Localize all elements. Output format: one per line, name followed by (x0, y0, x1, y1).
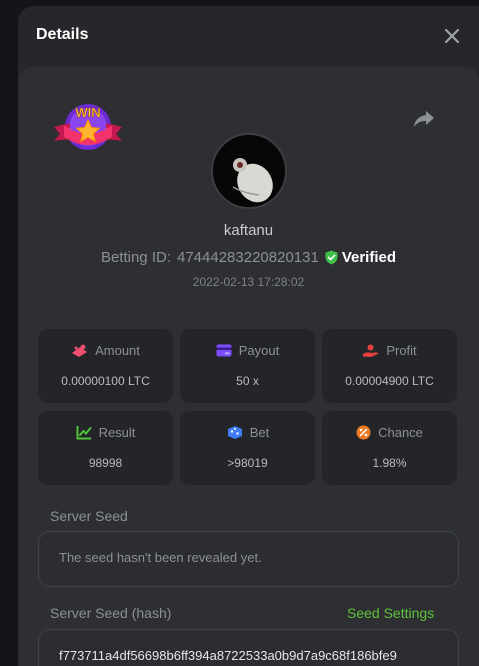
server-seed-hash-value: f773711a4df56698b6ff394a8722533a0b9d7a9c… (59, 648, 397, 663)
payout-card-icon (216, 344, 232, 357)
win-badge-text: WIN (75, 105, 100, 120)
bet-details-card: WIN kaftanu Betting ID: 4744428322082013… (18, 67, 479, 666)
avatar (211, 133, 287, 209)
bet-dice-icon (227, 426, 242, 439)
stat-payout: Payout 50 x (180, 329, 315, 403)
close-button[interactable] (442, 26, 462, 46)
stat-amount-value: 0.00000100 LTC (61, 374, 150, 388)
stat-bet-label: Bet (249, 425, 270, 440)
stat-payout-label: Payout (238, 343, 280, 358)
stat-payout-value: 50 x (236, 374, 259, 388)
stat-result: Result 98998 (38, 411, 173, 485)
stat-chance-label: Chance (378, 425, 423, 440)
stat-profit-label: Profit (386, 343, 417, 358)
server-seed-hash-label: Server Seed (hash) (50, 605, 172, 621)
modal-title: Details (36, 26, 89, 43)
stat-amount: Amount 0.00000100 LTC (38, 329, 173, 403)
username: kaftanu (223, 222, 274, 239)
profit-icon (363, 344, 379, 357)
chance-percent-icon (356, 425, 371, 440)
stat-profit-value: 0.00004900 LTC (345, 374, 434, 388)
stat-result-value: 98998 (88, 456, 123, 470)
win-badge-icon: WIN (52, 97, 124, 157)
verified-label: Verified (341, 249, 397, 266)
stat-bet: Bet >98019 (180, 411, 315, 485)
details-modal: Details WIN kaftanu Betting ID: 47444283… (18, 6, 479, 666)
betting-id-row: Betting ID: 47444283220820131 Verified (18, 249, 479, 266)
verified-badge: Verified (325, 249, 396, 266)
server-seed-field[interactable]: The seed hasn't been revealed yet. (38, 531, 459, 587)
stat-chance-value: 1.98% (372, 456, 407, 470)
bet-timestamp: 2022-02-13 17:28:02 (192, 275, 305, 289)
stat-chance: Chance 1.98% (322, 411, 457, 485)
seed-settings-link[interactable]: Seed Settings (347, 605, 434, 621)
shield-check-icon (325, 250, 338, 265)
stat-profit: Profit 0.00004900 LTC (322, 329, 457, 403)
stat-amount-label: Amount (95, 343, 140, 358)
betting-id-label: Betting ID: (100, 249, 171, 266)
result-chart-icon (76, 426, 92, 440)
server-seed-value: The seed hasn't been revealed yet. (59, 550, 262, 565)
close-icon (444, 28, 460, 44)
share-button[interactable] (413, 110, 435, 128)
stat-bet-value: >98019 (227, 456, 268, 470)
server-seed-hash-field[interactable]: f773711a4df56698b6ff394a8722533a0b9d7a9c… (38, 629, 459, 666)
betting-id-value: 47444283220820131 (177, 249, 319, 266)
amount-icon (72, 344, 88, 357)
share-icon (414, 111, 434, 127)
server-seed-label: Server Seed (50, 508, 128, 524)
stat-result-label: Result (98, 425, 136, 440)
